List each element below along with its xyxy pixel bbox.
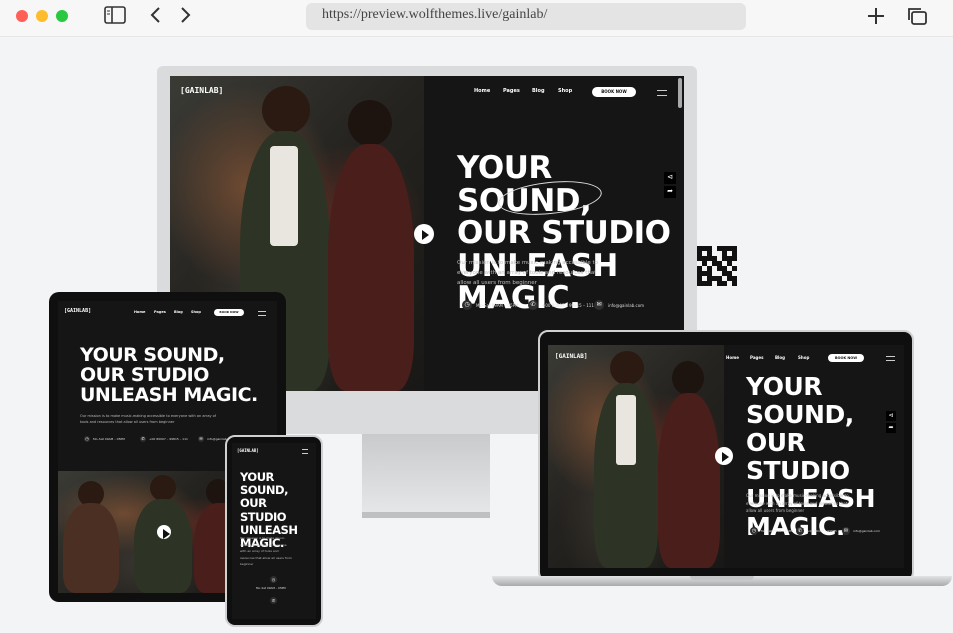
phone-hero-description: Our mission is to make music-making acce… bbox=[240, 536, 292, 566]
tablet-hero-line-3: UNLEASH MAGIC. bbox=[80, 383, 258, 406]
tablet-logo[interactable]: [GAINLAB] bbox=[64, 308, 91, 314]
laptop-contact-email: ✉ info@gainlab.com bbox=[842, 527, 880, 535]
tablet-phone-icon: ✆ bbox=[140, 436, 146, 442]
phone-device: [GAINLAB] YOUR SOUND, OUR STUDIO UNLEASH… bbox=[225, 435, 323, 627]
laptop-hours-text: Mo–Sat 09AM – 05PM bbox=[761, 529, 793, 533]
laptop-clock-icon: ◷ bbox=[750, 527, 758, 535]
tablet-hero-description: Our mission is to make music-making acce… bbox=[80, 414, 217, 424]
laptop-nav-blog[interactable]: Blog bbox=[775, 355, 785, 360]
hero-description: Our mission is to make music-making acce… bbox=[457, 260, 598, 286]
laptop-nav-shop[interactable]: Shop bbox=[798, 355, 809, 360]
email-text[interactable]: info@gainlab.com bbox=[608, 303, 644, 308]
site-logo[interactable]: [GAINLAB] bbox=[180, 86, 223, 95]
laptop-cart-icon[interactable]: ⊲ bbox=[886, 411, 896, 421]
hero-title: YOUR SOUND, OUR STUDIO UNLEASH MAGIC. bbox=[457, 152, 684, 315]
tablet-hero-line-1: YOUR SOUND, bbox=[80, 344, 225, 366]
contact-hours: ◷ Mo–Sat 09AM – 05PM bbox=[462, 300, 519, 310]
laptop-nav-pages[interactable]: Pages bbox=[750, 355, 763, 360]
laptop-lid: [GAINLAB] Home Pages Blog Shop BOOK NOW … bbox=[538, 330, 914, 582]
tablet-play-video-button[interactable] bbox=[157, 525, 171, 540]
nav-home[interactable]: Home bbox=[474, 88, 490, 94]
share-icon[interactable]: ➦ bbox=[664, 186, 676, 198]
mail-icon: ✉ bbox=[594, 300, 604, 310]
laptop-logo[interactable]: [GAINLAB] bbox=[555, 353, 588, 360]
qr-code bbox=[697, 246, 737, 286]
url-text: https://preview.wolfthemes.live/gainlab/ bbox=[322, 7, 548, 22]
laptop-contact-hours: ◷ Mo–Sat 09AM – 05PM bbox=[750, 527, 793, 535]
tablet-hours-text: Mo–Sat 09AM – 05PM bbox=[93, 437, 125, 441]
contact-email: ✉ info@gainlab.com bbox=[594, 300, 644, 310]
back-icon[interactable] bbox=[149, 6, 161, 28]
phone-text: +00 80007 – 99815 – 111 bbox=[542, 302, 594, 308]
laptop-hero-title: YOUR SOUND, OUR STUDIO UNLEASH MAGIC. bbox=[746, 373, 904, 541]
laptop-phone-icon: ✆ bbox=[796, 527, 804, 535]
tablet-phone-text: +00 80007 – 99815 – 111 bbox=[149, 437, 188, 441]
laptop-play-video-button[interactable] bbox=[715, 447, 733, 465]
menu-icon[interactable] bbox=[657, 90, 667, 96]
hours-text: Mo–Sat 09AM – 05PM bbox=[476, 302, 519, 308]
laptop-hero-photo bbox=[548, 345, 724, 568]
laptop-notch bbox=[690, 576, 754, 580]
monitor-base bbox=[362, 512, 490, 518]
phone-icon: ✆ bbox=[528, 300, 538, 310]
minimize-window-button[interactable] bbox=[36, 10, 48, 22]
play-video-button[interactable] bbox=[414, 224, 434, 244]
tablet-nav-pages[interactable]: Pages bbox=[154, 310, 166, 314]
new-tab-icon[interactable] bbox=[866, 6, 886, 30]
monitor-stand bbox=[362, 434, 490, 514]
nav-pages[interactable]: Pages bbox=[503, 88, 520, 94]
phone-clock-icon: ◷ bbox=[270, 576, 277, 583]
sidebar-icon[interactable] bbox=[104, 6, 126, 28]
laptop-screen: [GAINLAB] Home Pages Blog Shop BOOK NOW … bbox=[548, 345, 904, 568]
tabs-overview-icon[interactable] bbox=[906, 6, 928, 30]
laptop-hero-line-1: YOUR SOUND, bbox=[746, 372, 854, 429]
tablet-hero-line-2: OUR STUDIO bbox=[80, 363, 209, 386]
phone-logo[interactable]: [GAINLAB] bbox=[237, 448, 259, 453]
cart-icon[interactable]: ⊲ bbox=[664, 172, 676, 184]
laptop-book-now-button[interactable]: BOOK NOW bbox=[828, 354, 864, 362]
tablet-nav-blog[interactable]: Blog bbox=[174, 310, 183, 314]
browser-titlebar: https://preview.wolfthemes.live/gainlab/ bbox=[0, 0, 953, 37]
tablet-hero-title: YOUR SOUND, OUR STUDIO UNLEASH MAGIC. bbox=[80, 344, 258, 406]
laptop-contact-phone: ✆ +00 80007 – 99815 – 111 bbox=[796, 527, 846, 535]
phone-hero-line-1: YOUR SOUND, bbox=[240, 470, 288, 498]
tablet-book-now-button[interactable]: BOOK NOW bbox=[214, 309, 244, 316]
nav-blog[interactable]: Blog bbox=[532, 88, 545, 94]
close-window-button[interactable] bbox=[16, 10, 28, 22]
clock-icon: ◷ bbox=[462, 300, 472, 310]
contact-phone: ✆ +00 80007 – 99815 – 111 bbox=[528, 300, 594, 310]
phone-screen: [GAINLAB] YOUR SOUND, OUR STUDIO UNLEASH… bbox=[232, 443, 316, 619]
tablet-contact-phone: ✆ +00 80007 – 99815 – 111 bbox=[140, 436, 188, 442]
laptop-nav-home[interactable]: Home bbox=[726, 355, 739, 360]
laptop-hero-description: Our mission is to make music-making acce… bbox=[746, 493, 849, 513]
laptop-hero-line-2: OUR STUDIO bbox=[746, 428, 850, 485]
forward-icon[interactable] bbox=[180, 6, 192, 28]
laptop-mail-icon: ✉ bbox=[842, 527, 850, 535]
zoom-window-button[interactable] bbox=[56, 10, 68, 22]
phone-hours-text: Mo–Sat 09AM – 05PM bbox=[256, 586, 286, 590]
laptop-share-icon[interactable]: ➦ bbox=[886, 423, 896, 433]
book-now-button[interactable]: BOOK NOW bbox=[592, 87, 636, 97]
tablet-nav-shop[interactable]: Shop bbox=[191, 310, 201, 314]
laptop-menu-icon[interactable] bbox=[886, 356, 895, 361]
scrollbar[interactable] bbox=[678, 78, 682, 108]
phone-phone-icon: ✆ bbox=[270, 597, 277, 604]
tablet-menu-icon[interactable] bbox=[258, 311, 266, 316]
address-bar[interactable]: https://preview.wolfthemes.live/gainlab/ bbox=[306, 3, 746, 30]
nav-shop[interactable]: Shop bbox=[558, 88, 572, 94]
tablet-clock-icon: ◷ bbox=[84, 436, 90, 442]
tablet-contact-hours: ◷ Mo–Sat 09AM – 05PM bbox=[84, 436, 125, 442]
laptop-email-text[interactable]: info@gainlab.com bbox=[853, 529, 880, 533]
phone-menu-icon[interactable] bbox=[302, 449, 308, 454]
tablet-mail-icon: ✉ bbox=[198, 436, 204, 442]
tablet-nav-home[interactable]: Home bbox=[134, 310, 145, 314]
hero-line-2: OUR STUDIO bbox=[457, 215, 671, 252]
laptop-phone-text: +00 80007 – 99815 – 111 bbox=[807, 529, 846, 533]
phone-hero-line-2: OUR STUDIO bbox=[240, 496, 287, 524]
